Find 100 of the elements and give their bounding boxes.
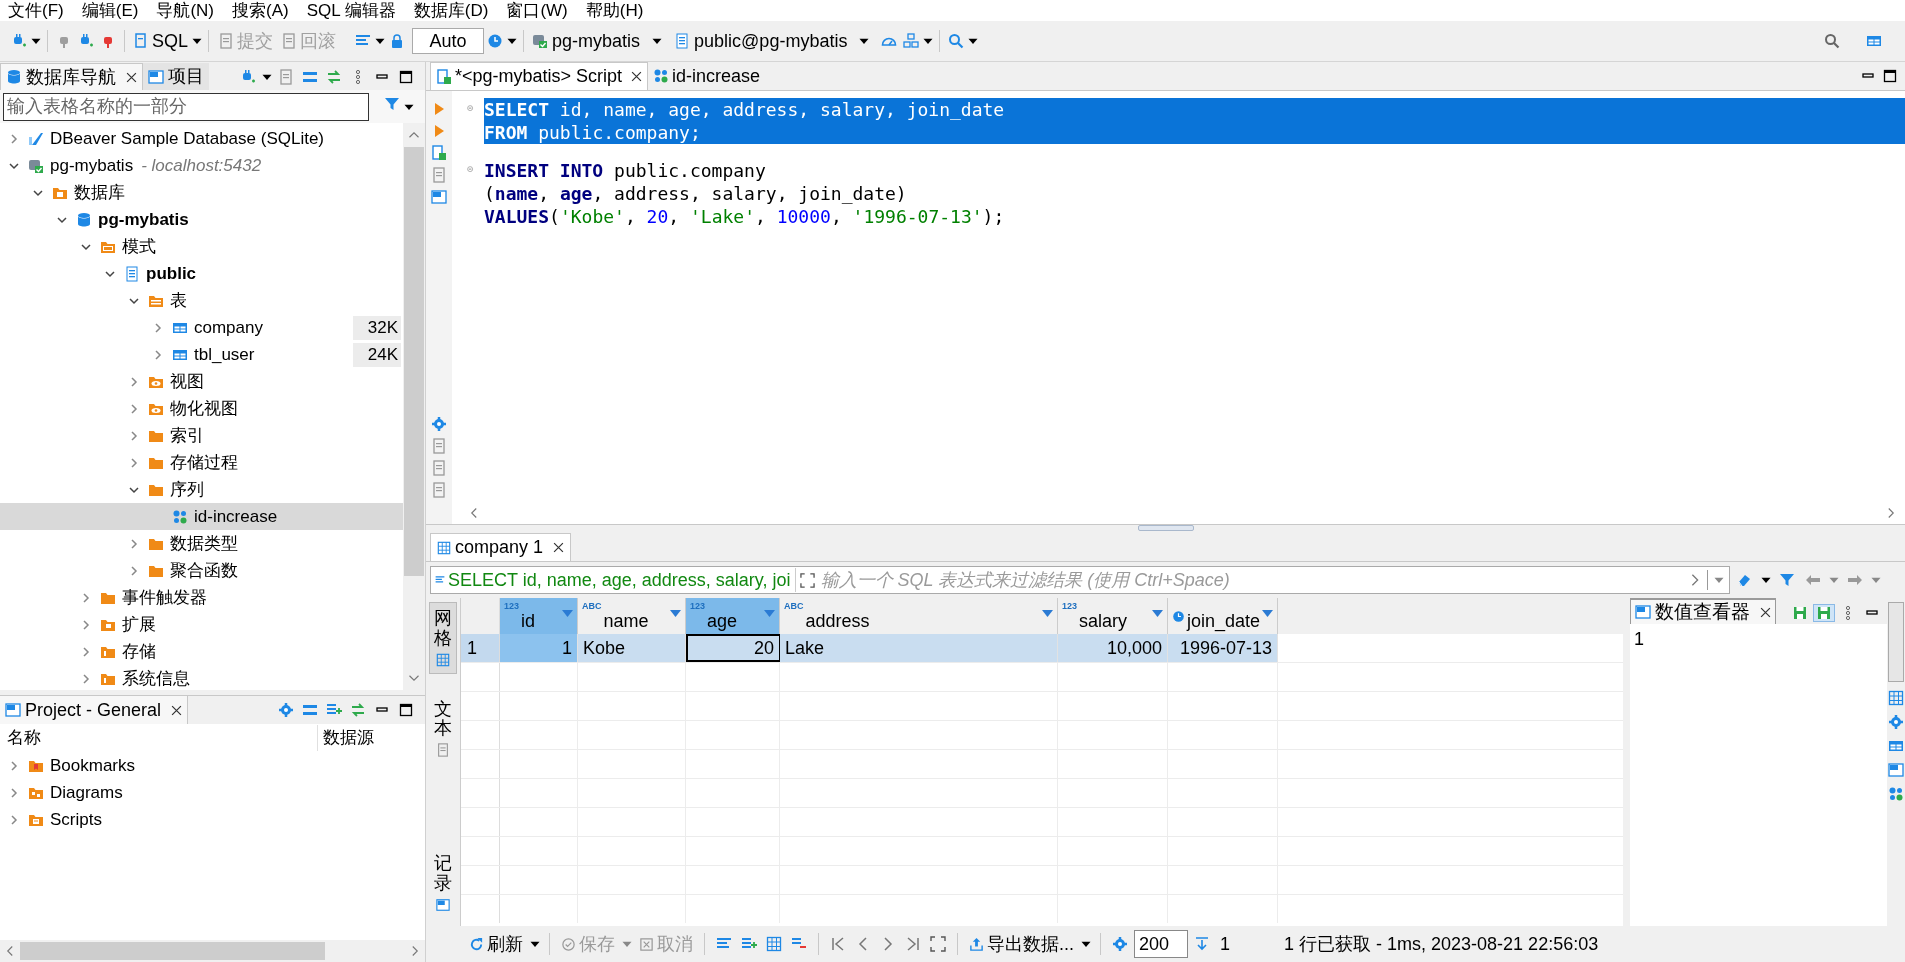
tree-item[interactable]: 序列 xyxy=(0,476,403,503)
filter-field[interactable]: 输入表格名称的一部分 xyxy=(3,92,369,121)
refresh-button[interactable]: 刷新 xyxy=(466,930,526,958)
chevron-right-icon[interactable] xyxy=(8,759,20,772)
tree-item[interactable]: tbl_user 24K xyxy=(0,341,403,368)
menu-item[interactable]: SQL 编辑器 xyxy=(306,2,396,19)
table-icon[interactable] xyxy=(1888,738,1904,754)
clock-icon xyxy=(1172,609,1185,623)
menu-item[interactable]: 文件(F) xyxy=(8,2,64,19)
side-panel-tab[interactable] xyxy=(1888,602,1904,682)
sql-editor-button[interactable]: SQL xyxy=(130,27,192,55)
tree-item[interactable]: 表 xyxy=(0,287,403,314)
tree-item[interactable]: DBeaver Sample Database (SQLite) xyxy=(0,125,403,152)
close-icon[interactable] xyxy=(171,704,183,716)
view-tab[interactable]: 数值查看器 xyxy=(1630,598,1776,624)
close-icon[interactable] xyxy=(631,71,643,82)
editor-tab[interactable]: id-increase xyxy=(648,62,766,90)
column-header[interactable]: 123 id xyxy=(500,598,578,634)
table-cell[interactable]: 1996-07-13 xyxy=(1168,634,1278,662)
tree-item[interactable]: 扩展 xyxy=(0,611,403,638)
chevron-right-icon[interactable] xyxy=(128,456,140,469)
scrollbar[interactable] xyxy=(403,123,425,690)
transaction-mode-field[interactable]: Auto xyxy=(412,28,485,54)
dropdown-icon[interactable] xyxy=(764,610,775,618)
tree-item[interactable]: pg-mybatis xyxy=(0,206,403,233)
table-cell[interactable]: 20 xyxy=(686,634,780,662)
dropdown-icon[interactable] xyxy=(1152,610,1163,618)
settings-icon[interactable] xyxy=(1888,714,1904,730)
chevron-right-icon[interactable] xyxy=(128,375,140,388)
editor-tab[interactable]: *<pg-mybatis> Script xyxy=(430,62,649,90)
menu-item[interactable]: 编辑(E) xyxy=(81,2,139,19)
tree-item[interactable]: id-increase xyxy=(0,503,403,530)
dropdown-icon[interactable] xyxy=(670,610,681,618)
chevron-right-icon[interactable] xyxy=(80,645,92,658)
tree-item[interactable]: 系统信息 xyxy=(0,665,403,690)
panel-icon[interactable] xyxy=(1888,762,1904,778)
table-cell[interactable]: Kobe xyxy=(578,634,686,662)
chevron-right-icon[interactable] xyxy=(128,402,140,415)
chevron-right-icon[interactable] xyxy=(8,813,20,826)
tree-item[interactable]: Scripts xyxy=(0,806,425,833)
tree-item[interactable]: company 32K xyxy=(0,314,403,341)
view-tab[interactable]: Project - General xyxy=(0,696,189,724)
filter-field[interactable]: SELECT id, name, age, address, salary, joi 输入一个 SQL 表达式来过滤结果 (使用 Ctrl+Space) xyxy=(430,566,1730,594)
view-tab[interactable]: 项目 xyxy=(143,63,209,90)
menu-item[interactable]: 搜索(A) xyxy=(232,2,289,19)
tree-item[interactable]: 数据类型 xyxy=(0,530,403,557)
chevron-right-icon[interactable] xyxy=(80,618,92,631)
panel-button[interactable] xyxy=(428,189,450,205)
fetch-size-field[interactable]: 200 xyxy=(1134,930,1188,958)
tree-item[interactable]: public xyxy=(0,260,403,287)
menu-item[interactable]: 帮助(H) xyxy=(585,2,644,19)
dropdown-icon[interactable] xyxy=(1042,610,1053,618)
side-tab[interactable]: 网格 xyxy=(429,602,457,674)
column-header[interactable]: 数据源 xyxy=(318,725,374,751)
results-tab[interactable]: company 1 xyxy=(430,533,572,561)
chevron-right-icon[interactable] xyxy=(152,348,164,361)
close-icon[interactable] xyxy=(126,71,137,83)
view-tab[interactable]: 数据库导航 xyxy=(0,63,143,90)
menu-item[interactable]: 窗口(W) xyxy=(506,2,568,19)
menu-item[interactable]: 导航(N) xyxy=(156,2,214,19)
export-button[interactable]: 导出数据... xyxy=(966,930,1077,958)
dropdown-icon[interactable] xyxy=(562,610,573,618)
sash-handle[interactable] xyxy=(1137,525,1194,531)
table-cell[interactable]: 1 xyxy=(500,634,578,662)
row-number[interactable]: 1 xyxy=(461,634,500,662)
chevron-right-icon[interactable] xyxy=(128,537,140,550)
chevron-right-icon[interactable] xyxy=(128,564,140,577)
tree-item[interactable]: 模式 xyxy=(0,233,403,260)
table-cell[interactable]: 10,000 xyxy=(1058,634,1168,662)
tree-item[interactable]: Diagrams xyxy=(0,779,425,806)
chevron-right-icon[interactable] xyxy=(8,132,20,145)
datasource-selector[interactable]: pg-mybatis xyxy=(529,27,644,55)
dropdown-icon[interactable] xyxy=(1262,610,1273,618)
chevron-right-icon[interactable] xyxy=(80,591,92,604)
tree-item[interactable]: 索引 xyxy=(0,422,403,449)
tree-item[interactable]: pg-mybatis - localhost:5432 xyxy=(0,152,403,179)
tree-item[interactable]: 事件触发器 xyxy=(0,584,403,611)
tree-item[interactable]: 视图 xyxy=(0,368,403,395)
table-cell[interactable]: Lake xyxy=(780,634,1058,662)
chevron-right-icon[interactable] xyxy=(8,786,20,799)
tree-item[interactable]: 物化视图 xyxy=(0,395,403,422)
tree-item[interactable]: Bookmarks xyxy=(0,752,425,779)
expand-button[interactable] xyxy=(927,936,949,952)
schema-selector[interactable]: public@pg-mybatis xyxy=(671,27,851,55)
document-icon xyxy=(431,482,447,498)
column-header[interactable]: 名称 xyxy=(0,725,318,751)
chevron-right-icon[interactable] xyxy=(80,672,92,685)
close-icon[interactable] xyxy=(553,542,565,553)
tree-item[interactable]: 聚合函数 xyxy=(0,557,403,584)
column-header[interactable]: 123 age xyxy=(686,598,780,634)
grid-icon[interactable] xyxy=(1888,690,1904,706)
chevron-right-icon[interactable] xyxy=(152,321,164,334)
menu-item[interactable]: 数据库(D) xyxy=(413,2,489,19)
tree-item[interactable]: 数据库 xyxy=(0,179,403,206)
chevron-right-icon[interactable] xyxy=(128,429,140,442)
side-tab[interactable]: 文本 xyxy=(429,693,457,764)
tree-item[interactable]: 存储 xyxy=(0,638,403,665)
side-tab[interactable]: 记录 xyxy=(429,848,457,918)
tree-item[interactable]: 存储过程 xyxy=(0,449,403,476)
close-icon[interactable] xyxy=(1760,606,1771,618)
